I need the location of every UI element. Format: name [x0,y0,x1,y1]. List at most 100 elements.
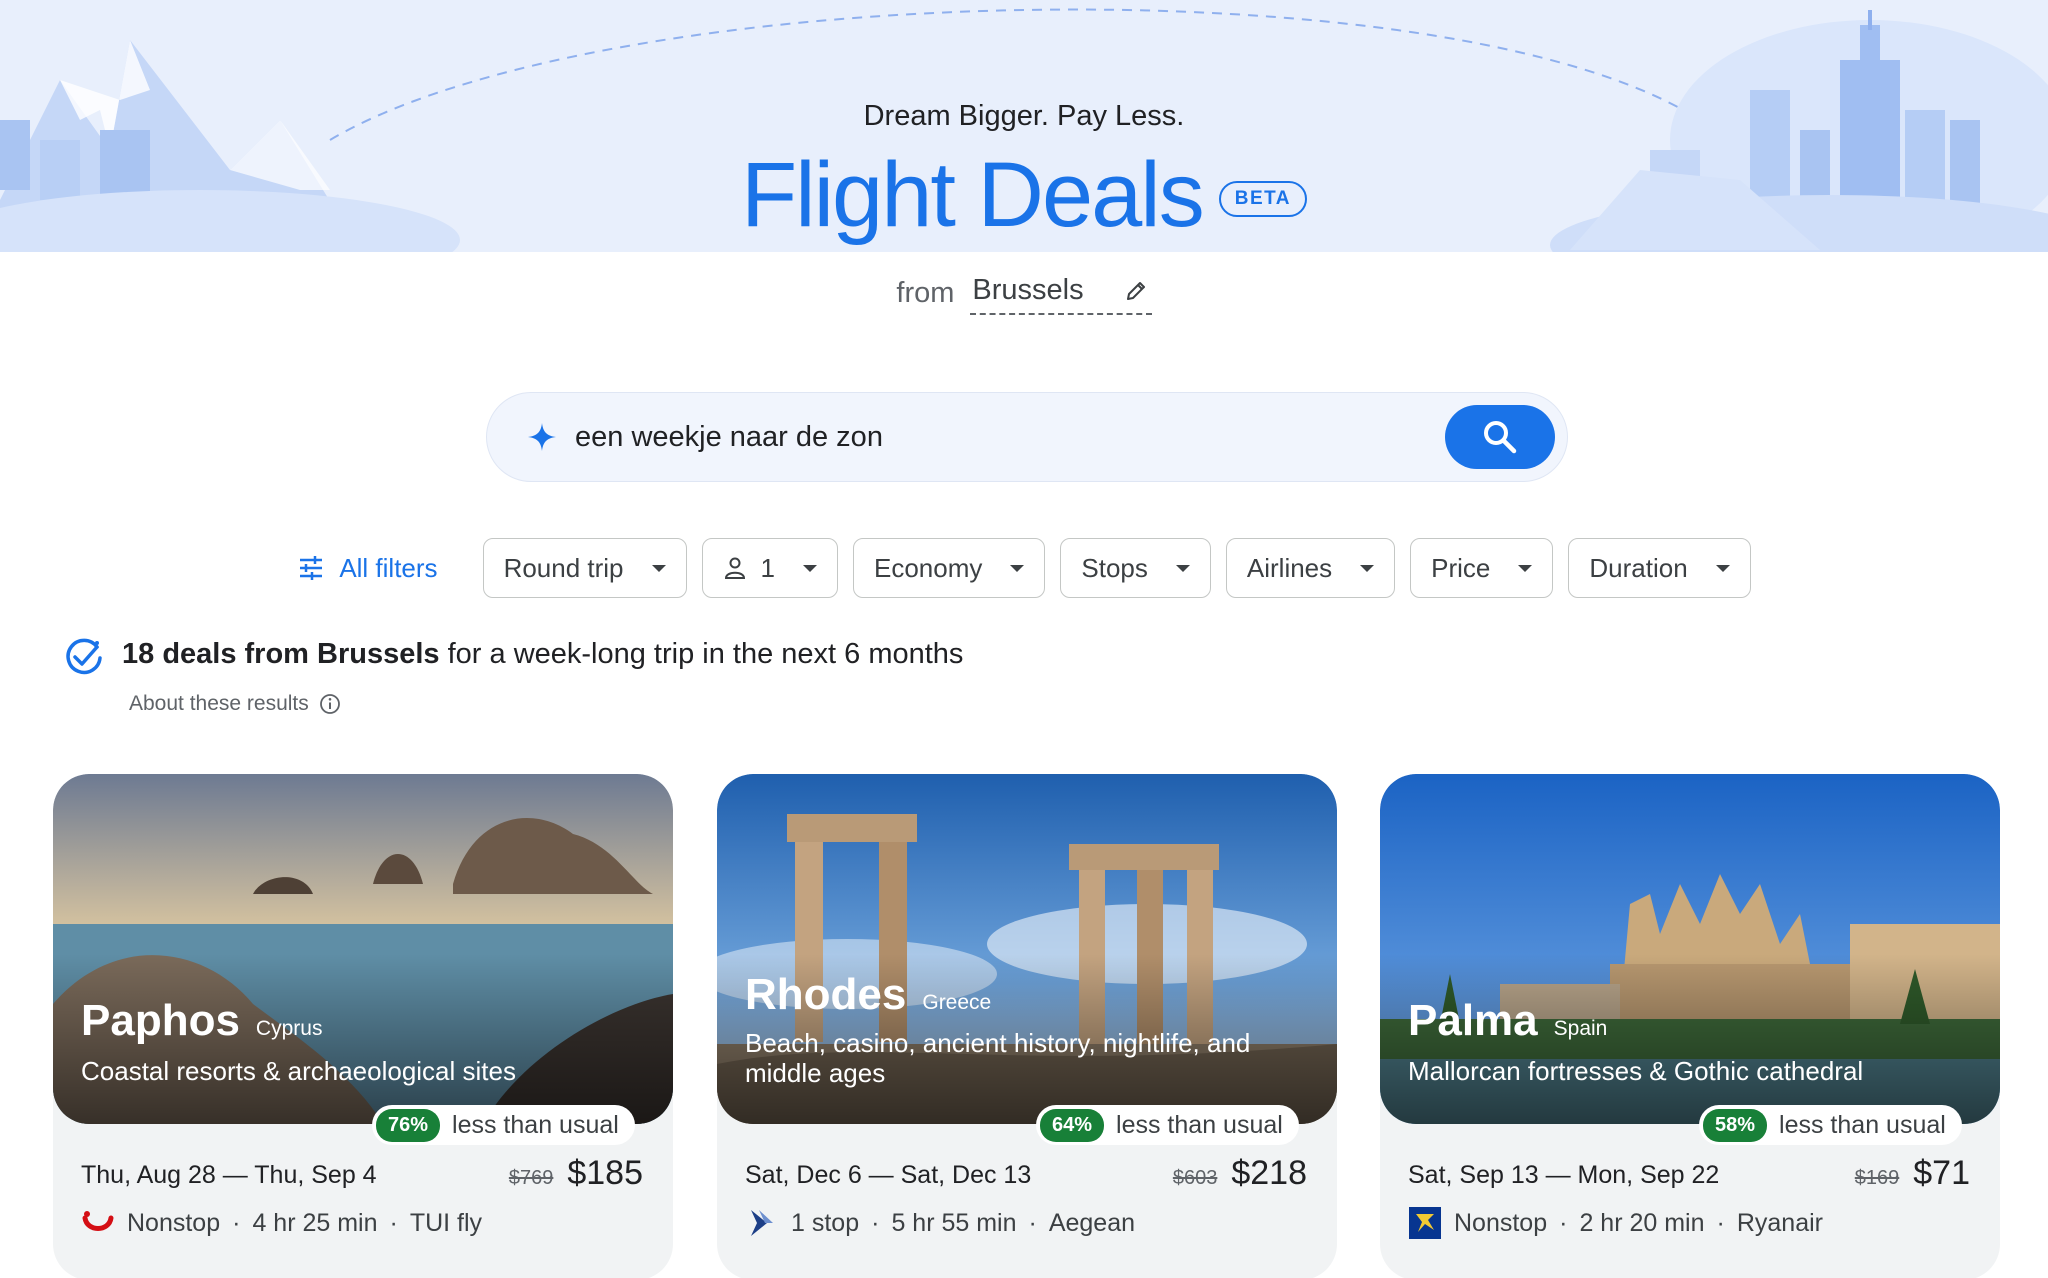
separator-dot: · [1559,1208,1568,1237]
deal-badge: 64% less than usual [1036,1105,1299,1145]
deal-price: $71 [1913,1154,1970,1192]
destination-country: Cyprus [255,1017,323,1040]
destination-title: Rhodes Greece [745,970,991,1020]
chevron-down-icon [803,564,817,572]
flight-info: Nonstop · 4 hr 25 min · TUI fly [81,1206,482,1240]
tagline: Dream Bigger. Pay Less. [863,100,1185,132]
beta-badge: BETA [1218,181,1308,217]
passengers-dropdown[interactable]: 1 [701,538,838,598]
origin-row: from Brussels [0,272,2048,315]
airline-name: Ryanair [1736,1208,1823,1237]
destination-photo-palma: Palma Spain Mallorcan fortresses & Gothi… [1380,774,2000,1124]
separator-dot: · [389,1208,398,1237]
page-title: Flight Deals [740,144,1205,246]
search-icon [1484,421,1517,454]
duration-label: Duration [1589,552,1688,583]
trip-type-label: Round trip [503,552,624,583]
trip-type-dropdown[interactable]: Round trip [482,538,687,598]
separator-dot: · [1028,1208,1037,1237]
destination-city: Palma [1408,996,1538,1045]
flight-info: 1 stop · 5 hr 55 min · Aegean [745,1206,1135,1240]
airline-name: Aegean [1048,1208,1136,1237]
results-description: for a week-long trip in the next 6 month… [439,638,964,670]
passengers-label: 1 [760,552,775,583]
all-filters-button[interactable]: All filters [297,552,438,584]
duration-text: 4 hr 25 min [252,1208,378,1237]
airline-name: TUI fly [409,1208,483,1237]
trip-dates: Thu, Aug 28 — Thu, Sep 4 [81,1161,377,1189]
destination-country: Greece [922,991,992,1014]
deal-price: $218 [1231,1154,1307,1192]
usual-price: $169 [1854,1167,1900,1189]
trip-dates: Sat, Dec 6 — Sat, Dec 13 [745,1161,1032,1189]
chevron-down-icon [1010,564,1025,572]
separator-dot: · [232,1208,241,1237]
all-filters-label: All filters [339,552,438,583]
info-icon [319,694,340,714]
search-input[interactable] [575,420,1567,454]
duration-text: 2 hr 20 min [1579,1208,1705,1237]
deal-price: $185 [567,1154,643,1192]
destination-photo-paphos: Paphos Cyprus Coastal resorts & archaeol… [53,774,673,1124]
edit-pencil-icon[interactable] [1124,279,1148,303]
aegean-logo-icon [745,1206,779,1240]
tune-icon [300,556,323,580]
search-bar[interactable] [486,392,1568,482]
about-results-link[interactable]: About these results [129,692,341,716]
stops-label: Stops [1081,552,1148,583]
airlines-dropdown[interactable]: Airlines [1225,538,1396,598]
deal-badge: 58% less than usual [1699,1105,1962,1145]
chevron-down-icon [1518,564,1533,572]
results-count-line: 18 deals from Brussels for a week-long t… [122,638,963,671]
discount-percent: 58% [1703,1108,1768,1142]
price-label: Price [1431,552,1491,583]
ryanair-logo-icon [1408,1206,1442,1240]
deal-badge: 76% less than usual [372,1105,635,1145]
origin-city-selector[interactable]: Brussels [970,272,1152,315]
price-dropdown[interactable]: Price [1410,538,1554,598]
stops-text: Nonstop [127,1208,221,1237]
price-block: $769 $185 [509,1154,643,1193]
destination-country: Spain [1553,1017,1608,1040]
cabin-class-label: Economy [874,552,983,583]
deal-card-palma[interactable]: Palma Spain Mallorcan fortresses & Gothi… [1380,774,2000,1278]
results-count: 18 deals from Brussels [122,638,440,670]
usual-price: $603 [1172,1167,1218,1189]
deal-card-paphos[interactable]: Paphos Cyprus Coastal resorts & archaeol… [53,774,673,1278]
discount-label: less than usual [1116,1110,1283,1139]
stops-dropdown[interactable]: Stops [1060,538,1211,598]
title-row: Flight Deals BETA [0,140,2048,250]
usual-price: $769 [508,1167,554,1189]
destination-description: Coastal resorts & archaeological sites [81,1056,516,1086]
chevron-down-icon [651,564,666,572]
filter-bar: All filters Round trip 1 Economy Stops A… [0,538,2048,598]
flight-info: Nonstop · 2 hr 20 min · Ryanair [1408,1206,1823,1240]
destination-title: Palma Spain [1408,996,1607,1046]
from-label: from [896,277,955,309]
deal-card-rhodes[interactable]: Rhodes Greece Beach, casino, ancient his… [717,774,1337,1278]
tui-logo-icon [81,1206,115,1240]
discount-percent: 64% [1040,1108,1105,1142]
stops-text: Nonstop [1454,1208,1548,1237]
chevron-down-icon [1175,564,1190,572]
duration-text: 5 hr 55 min [891,1208,1017,1237]
destination-city: Paphos [81,996,240,1045]
origin-city: Brussels [972,274,1084,306]
sparkle-icon [528,423,556,451]
discount-label: less than usual [452,1110,619,1139]
search-button[interactable] [1445,405,1555,469]
price-block: $603 $218 [1173,1154,1307,1193]
cabin-class-dropdown[interactable]: Economy [853,538,1046,598]
trip-dates: Sat, Sep 13 — Mon, Sep 22 [1408,1161,1720,1189]
price-block: $169 $71 [1855,1154,1970,1193]
duration-dropdown[interactable]: Duration [1568,538,1751,598]
results-summary: 18 deals from Brussels for a week-long t… [64,638,963,678]
discount-percent: 76% [376,1108,441,1142]
stops-text: 1 stop [791,1208,860,1237]
discount-label: less than usual [1779,1110,1946,1139]
about-results-label: About these results [129,692,309,715]
separator-dot: · [1716,1208,1725,1237]
hero-banner: Dream Bigger. Pay Less. Flight Deals BET… [0,0,2048,252]
separator-dot: · [871,1208,880,1237]
destination-description: Mallorcan fortresses & Gothic cathedral [1408,1056,1864,1086]
